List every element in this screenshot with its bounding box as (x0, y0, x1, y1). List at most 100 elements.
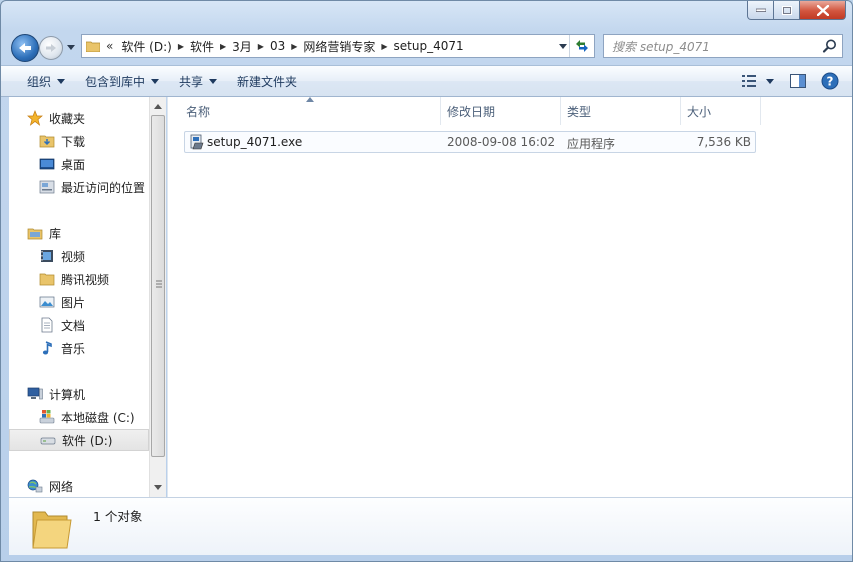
chevron-down-icon (57, 78, 66, 84)
breadcrumb-item-march[interactable]: 3月 (232, 38, 252, 55)
toolbar-right-group: ? (738, 66, 852, 96)
organize-menu[interactable]: 组织 (17, 66, 75, 96)
arrow-right-icon (46, 44, 56, 52)
file-modified: 2008-09-08 16:02 (447, 135, 556, 149)
minimize-icon (755, 8, 766, 12)
close-button[interactable] (800, 1, 846, 20)
sidebar-item-label: 文档 (61, 318, 86, 333)
preview-pane-icon (790, 74, 806, 88)
computer-icon (27, 387, 43, 400)
view-details-icon (742, 75, 756, 87)
navigation-pane-scrollbar[interactable] (149, 97, 166, 497)
breadcrumb-separator-icon[interactable]: ▶ (381, 42, 387, 51)
include-in-library-menu[interactable]: 包含到库中 (75, 66, 169, 96)
refresh-icon (576, 40, 588, 52)
chevron-down-icon (151, 78, 160, 84)
item-count: 1 个对象 (93, 509, 143, 524)
breadcrumb-item-marketing[interactable]: 网络营销专家 (303, 38, 375, 55)
sidebar-network[interactable]: 网络 (9, 475, 167, 497)
change-view-button[interactable] (738, 69, 778, 93)
share-label: 共享 (179, 74, 204, 89)
share-menu[interactable]: 共享 (169, 66, 227, 96)
help-button[interactable]: ? (816, 69, 844, 93)
chevron-down-icon (209, 78, 218, 84)
column-header-modified[interactable]: 修改日期 (441, 97, 561, 125)
sidebar-favorites-label: 收藏夹 (49, 111, 86, 126)
sidebar-item-label: 软件 (D:) (62, 433, 113, 448)
column-header-modified-label: 修改日期 (447, 104, 496, 119)
column-header-size[interactable]: 大小 (681, 97, 761, 125)
scrollbar-thumb[interactable] (151, 115, 165, 457)
breadcrumb-item-setup[interactable]: setup_4071 (394, 39, 464, 53)
folder-icon (32, 511, 72, 549)
new-folder-button[interactable]: 新建文件夹 (227, 66, 307, 96)
sidebar-item-label: 图片 (61, 295, 86, 310)
music-note-icon (42, 341, 52, 355)
search-icon[interactable] (822, 38, 838, 54)
document-icon (41, 317, 53, 333)
navigation-pane: 收藏夹 下载 桌面 最近访问的位置 库 视频 腾讯视频 图片 文档 音乐 计算机… (9, 97, 149, 497)
sidebar-favorites[interactable]: 收藏夹 (9, 107, 167, 129)
svg-text:?: ? (827, 75, 834, 89)
refresh-button[interactable] (569, 35, 594, 57)
hard-drive-icon (40, 437, 56, 445)
breadcrumb-separator-icon[interactable]: ▶ (258, 42, 264, 51)
file-list: 名称 修改日期 类型 大小 setup_4071.exe 2008-09-08 … (167, 97, 852, 497)
navigation-bar: « 软件 (D:) ▶ 软件 ▶ 3月 ▶ 03 ▶ 网络营销专家 ▶ setu… (1, 31, 852, 63)
explorer-window: « 软件 (D:) ▶ 软件 ▶ 3月 ▶ 03 ▶ 网络营销专家 ▶ setu… (0, 0, 853, 562)
column-header-type-label: 类型 (567, 104, 592, 119)
windows-drive-icon (39, 410, 55, 424)
breadcrumb-separator-icon[interactable]: ▶ (178, 42, 184, 51)
search-box[interactable]: 搜索 setup_4071 (603, 34, 843, 58)
downloads-folder-icon (39, 135, 55, 148)
details-pane: 1 个对象 (9, 497, 852, 555)
sidebar-item-label: 桌面 (61, 157, 86, 172)
network-icon (27, 479, 43, 493)
sidebar-item-label: 视频 (61, 249, 86, 264)
grip-icon (156, 280, 162, 288)
organize-label: 组织 (27, 74, 52, 89)
folder-icon (86, 41, 100, 52)
scroll-down-icon[interactable] (154, 485, 162, 490)
sidebar-item-label: 最近访问的位置 (61, 180, 146, 195)
scroll-up-icon[interactable] (154, 104, 162, 109)
back-button[interactable] (11, 34, 39, 62)
sidebar-computer[interactable]: 计算机 (9, 383, 167, 405)
maximize-button[interactable] (774, 1, 800, 20)
include-in-library-label: 包含到库中 (85, 74, 146, 89)
column-header-name[interactable]: 名称 (180, 97, 441, 125)
file-size: 7,536 KB (696, 135, 751, 149)
sidebar-libraries[interactable]: 库 (9, 222, 167, 244)
chevron-down-icon (67, 44, 75, 50)
command-bar: 组织 包含到库中 共享 新建文件夹 ? (1, 65, 852, 97)
help-icon: ? (821, 72, 839, 90)
recent-places-icon (39, 180, 55, 194)
column-header-type[interactable]: 类型 (561, 97, 681, 125)
video-icon (41, 250, 53, 262)
column-header-name-label: 名称 (186, 104, 211, 119)
close-icon (816, 4, 829, 16)
breadcrumb-overflow[interactable]: « (106, 39, 113, 53)
sidebar-libraries-label: 库 (49, 226, 62, 241)
forward-button[interactable] (39, 36, 63, 60)
pictures-icon (39, 296, 55, 308)
breadcrumb-item-03[interactable]: 03 (270, 39, 285, 53)
sidebar-item-label: 本地磁盘 (C:) (61, 410, 135, 425)
minimize-button[interactable] (747, 1, 774, 20)
sidebar-item-label: 腾讯视频 (61, 272, 110, 287)
new-folder-label: 新建文件夹 (237, 74, 298, 89)
search-input[interactable]: 搜索 setup_4071 (612, 38, 822, 55)
breadcrumb-separator-icon[interactable]: ▶ (291, 42, 297, 51)
recent-pages-button[interactable] (65, 41, 77, 53)
sidebar-item-drive-d[interactable]: 软件 (D:) (9, 429, 149, 451)
breadcrumb-item-drive-d[interactable]: 软件 (D:) (121, 38, 171, 55)
file-name: setup_4071.exe (207, 135, 303, 149)
table-row[interactable]: setup_4071.exe 2008-09-08 16:02 应用程序 7,5… (184, 131, 756, 153)
address-dropdown-icon[interactable] (558, 41, 568, 51)
breadcrumb-separator-icon[interactable]: ▶ (220, 42, 226, 51)
folder-icon (39, 273, 55, 286)
library-icon (27, 228, 43, 240)
breadcrumb-item-software[interactable]: 软件 (190, 38, 214, 55)
address-bar[interactable]: « 软件 (D:) ▶ 软件 ▶ 3月 ▶ 03 ▶ 网络营销专家 ▶ setu… (81, 34, 595, 58)
preview-pane-button[interactable] (784, 69, 812, 93)
